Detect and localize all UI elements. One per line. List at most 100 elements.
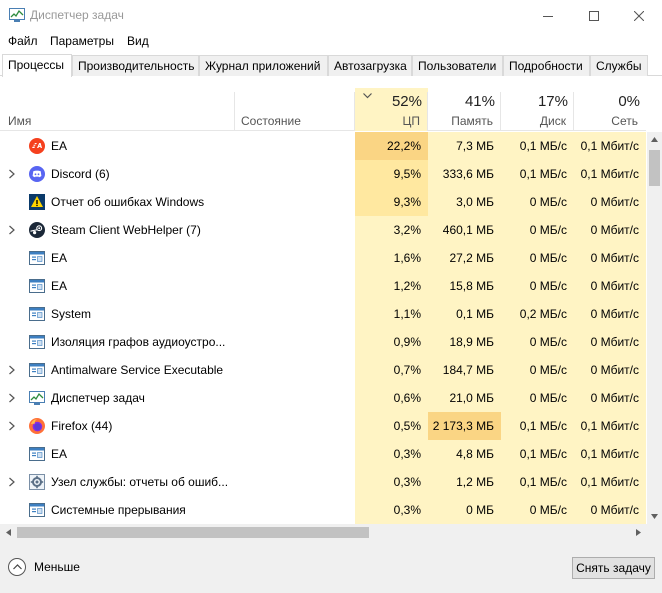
discord-icon — [29, 166, 45, 182]
window-app-icon — [29, 306, 45, 322]
process-list: EA 22,2% 7,3 МБ 0,1 МБ/с 0,1 Мбит/с Discord (… — [0, 132, 646, 524]
process-row[interactable]: Steam Client WebHelper (7) 3,2% 460,1 МБ 0 … — [0, 216, 646, 244]
header-memory[interactable]: 41% Память — [428, 88, 501, 131]
tab-details[interactable]: Подробности — [503, 55, 590, 76]
expand-chevron-icon[interactable] — [8, 169, 16, 179]
window-app-icon — [29, 250, 45, 266]
scroll-up-arrow-icon — [651, 137, 658, 142]
header-status-label: Состояние — [241, 114, 301, 128]
scroll-left-button[interactable] — [0, 524, 17, 541]
scroll-up-button[interactable] — [647, 132, 662, 147]
fewer-details-button[interactable]: Меньше — [8, 558, 80, 576]
expand-chevron-icon[interactable] — [8, 421, 16, 431]
cpu-value: 0,3% — [355, 496, 428, 524]
expand-chevron-icon[interactable] — [8, 393, 16, 403]
process-row[interactable]: Antimalware Service Executable 0,7% 184,7 … — [0, 356, 646, 384]
process-name: EA — [51, 139, 68, 153]
expand-chevron-icon[interactable] — [8, 365, 16, 375]
tab-app-history[interactable]: Журнал приложений — [199, 55, 328, 76]
header-memory-percent: 41% — [464, 93, 495, 110]
window-title: Диспетчер задач — [30, 8, 124, 22]
memory-value: 460,1 МБ — [428, 216, 501, 244]
header-network[interactable]: 0% Сеть — [574, 88, 646, 131]
scrollbar-corner — [647, 524, 662, 541]
vertical-scroll-thumb[interactable] — [649, 150, 660, 186]
process-row[interactable]: Firefox (44) 0,5% 2 173,3 МБ 0,1 МБ/с 0,1 Мб… — [0, 412, 646, 440]
scroll-right-arrow-icon — [636, 529, 641, 536]
network-value: 0 Мбит/с — [574, 356, 646, 384]
process-row[interactable]: Узел службы: отчеты об ошиб... 0,3% 1,2 МБ… — [0, 468, 646, 496]
task-manager-app-icon — [9, 8, 25, 22]
vertical-scrollbar[interactable] — [647, 132, 662, 524]
process-row[interactable]: Discord (6) 9,5% 333,6 МБ 0,1 МБ/с 0,1 Мбит/… — [0, 160, 646, 188]
disk-value: 0,1 МБ/с — [501, 468, 574, 496]
cpu-value: 0,3% — [355, 440, 428, 468]
process-row[interactable]: System 1,1% 0,1 МБ 0,2 МБ/с 0 Мбит/с — [0, 300, 646, 328]
process-row[interactable]: Системные прерывания 0,3% 0 МБ 0 МБ/с 0 Мбит… — [0, 496, 646, 524]
disk-value: 0,1 МБ/с — [501, 160, 574, 188]
scroll-down-button[interactable] — [647, 509, 662, 524]
network-value: 0,1 Мбит/с — [574, 412, 646, 440]
header-status[interactable]: Состояние — [235, 88, 355, 131]
disk-value: 0 МБ/с — [501, 216, 574, 244]
process-row[interactable]: EA 1,6% 27,2 МБ 0 МБ/с 0 Мбит/с — [0, 244, 646, 272]
scroll-right-button[interactable] — [630, 524, 647, 541]
error-report-icon — [29, 194, 45, 210]
process-row[interactable]: Отчет об ошибках Windows 9,3% 3,0 МБ 0 МБ/с… — [0, 188, 646, 216]
sort-chevron-down-icon — [363, 93, 372, 99]
disk-value: 0 МБ/с — [501, 384, 574, 412]
network-value: 0,1 Мбит/с — [574, 160, 646, 188]
firefox-icon — [29, 418, 45, 434]
network-value: 0 Мбит/с — [574, 300, 646, 328]
service-host-icon — [29, 474, 45, 490]
cpu-value: 1,6% — [355, 244, 428, 272]
menu-view[interactable]: Вид — [127, 34, 149, 48]
window-app-icon — [29, 362, 45, 378]
cpu-value: 0,3% — [355, 468, 428, 496]
horizontal-scroll-thumb[interactable] — [17, 527, 369, 538]
network-value: 0 Мбит/с — [574, 188, 646, 216]
memory-value: 15,8 МБ — [428, 272, 501, 300]
process-name: Системные прерывания — [51, 503, 186, 517]
memory-value: 184,7 МБ — [428, 356, 501, 384]
process-row[interactable]: Диспетчер задач 0,6% 21,0 МБ 0 МБ/с 0 Мбит/с — [0, 384, 646, 412]
minimize-button[interactable] — [525, 0, 571, 31]
process-name: System — [51, 307, 92, 321]
maximize-button[interactable] — [571, 0, 617, 31]
network-value: 0,1 Мбит/с — [574, 132, 646, 160]
header-cpu[interactable]: 52% ЦП — [355, 88, 428, 131]
expand-chevron-icon[interactable] — [8, 225, 16, 235]
expand-chevron-icon[interactable] — [8, 477, 16, 487]
disk-value: 0 МБ/с — [501, 244, 574, 272]
memory-value: 21,0 МБ — [428, 384, 501, 412]
process-row[interactable]: EA 22,2% 7,3 МБ 0,1 МБ/с 0,1 Мбит/с — [0, 132, 646, 160]
process-row[interactable]: Изоляция графов аудиоустро... 0,9% 18,9 МБ… — [0, 328, 646, 356]
tab-users[interactable]: Пользователи — [412, 55, 503, 76]
close-button[interactable] — [616, 0, 662, 31]
process-row[interactable]: EA 1,2% 15,8 МБ 0 МБ/с 0 Мбит/с — [0, 272, 646, 300]
tab-services[interactable]: Службы — [590, 55, 648, 76]
cpu-value: 22,2% — [355, 132, 428, 160]
scroll-left-arrow-icon — [6, 529, 11, 536]
process-name: Steam Client WebHelper (7) — [51, 223, 201, 237]
fewer-details-label: Меньше — [34, 560, 80, 574]
tab-performance[interactable]: Производительность — [72, 55, 199, 76]
footer: Меньше Снять задачу — [0, 541, 662, 593]
header-name[interactable]: Имя — [0, 88, 235, 131]
network-value: 0 Мбит/с — [574, 496, 646, 524]
title-bar: Диспетчер задач — [0, 0, 662, 31]
memory-value: 3,0 МБ — [428, 188, 501, 216]
header-disk[interactable]: 17% Диск — [501, 88, 574, 131]
menu-options[interactable]: Параметры — [50, 34, 114, 48]
horizontal-scrollbar[interactable] — [0, 524, 647, 541]
chevron-up-circle-icon — [8, 558, 26, 576]
tab-processes[interactable]: Процессы — [2, 54, 72, 77]
cpu-value: 0,9% — [355, 328, 428, 356]
cpu-value: 0,6% — [355, 384, 428, 412]
end-task-button[interactable]: Снять задачу — [572, 557, 655, 579]
menu-file[interactable]: Файл — [8, 34, 38, 48]
process-name: Discord (6) — [51, 167, 110, 181]
tab-startup[interactable]: Автозагрузка — [328, 55, 412, 76]
process-row[interactable]: EA 0,3% 4,8 МБ 0,1 МБ/с 0,1 Мбит/с — [0, 440, 646, 468]
window-app-icon — [29, 502, 45, 518]
